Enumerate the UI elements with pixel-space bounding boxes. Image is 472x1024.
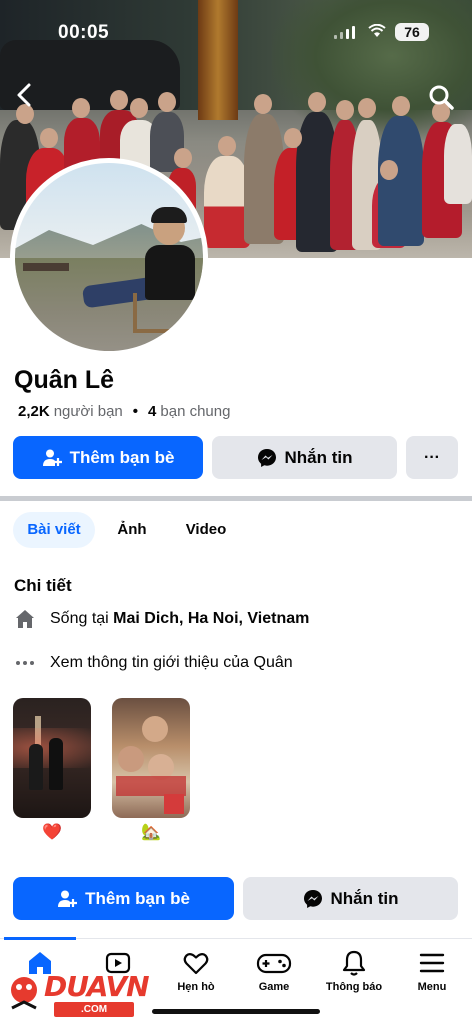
avatar-cap bbox=[151, 207, 187, 223]
nav-gaming-label: Game bbox=[258, 981, 290, 993]
profile-avatar[interactable] bbox=[10, 158, 208, 356]
lives-in-row: Sống tại Mai Dich, Ha Noi, Vietnam bbox=[14, 608, 309, 630]
add-friend-label: Thêm bạn bè bbox=[85, 888, 190, 908]
wifi-icon bbox=[368, 24, 386, 37]
story-person bbox=[29, 744, 43, 790]
see-about-label: Xem thông tin giới thiệu của Quân bbox=[50, 654, 293, 671]
story-reaction: 🏡 bbox=[141, 824, 161, 841]
watermark-text: DUAVN bbox=[44, 970, 150, 1003]
signal-icon bbox=[334, 26, 355, 39]
nav-menu[interactable]: Menu bbox=[392, 949, 472, 993]
home-indicator bbox=[152, 1009, 320, 1014]
cover-person bbox=[378, 116, 424, 246]
watermark-sub: .COM bbox=[54, 1002, 134, 1017]
add-friend-button[interactable]: Thêm bạn bè bbox=[13, 436, 203, 479]
add-friend-label: Thêm bạn bè bbox=[69, 447, 175, 467]
cover-head bbox=[392, 96, 410, 116]
cover-head bbox=[380, 160, 398, 180]
nav-dating[interactable]: Hẹn hò bbox=[156, 949, 236, 993]
cover-head bbox=[254, 94, 272, 114]
mutual-label[interactable]: bạn chung bbox=[160, 403, 230, 420]
messenger-icon bbox=[303, 889, 322, 908]
tab-posts[interactable]: Bài viết bbox=[13, 512, 95, 548]
story-face bbox=[142, 716, 168, 742]
cover-gate bbox=[198, 0, 238, 120]
add-friend-button-bottom[interactable]: Thêm bạn bè bbox=[13, 877, 234, 920]
profile-stats: 2,2K người bạn • 4 bạn chung bbox=[18, 403, 230, 420]
cover-head bbox=[218, 136, 236, 156]
battery-indicator: 76 bbox=[395, 23, 429, 41]
story-clothes bbox=[116, 776, 186, 796]
gamepad-icon bbox=[256, 953, 292, 974]
mutual-count[interactable]: 4 bbox=[148, 403, 156, 420]
lives-in-prefix: Sống tại bbox=[50, 610, 109, 627]
featured-story[interactable] bbox=[13, 698, 91, 818]
menu-icon bbox=[419, 953, 445, 973]
messenger-icon bbox=[257, 448, 276, 467]
more-icon: ··· bbox=[424, 448, 440, 466]
cover-head bbox=[336, 100, 354, 120]
featured-story[interactable] bbox=[112, 698, 190, 818]
nav-menu-label: Menu bbox=[417, 981, 447, 993]
add-friend-icon bbox=[42, 449, 62, 466]
details-title: Chi tiết bbox=[14, 576, 72, 595]
more-options-button[interactable]: ··· bbox=[406, 436, 458, 479]
story-reaction: ❤️ bbox=[42, 824, 62, 841]
cover-head bbox=[308, 92, 326, 112]
ellipsis-icon bbox=[14, 652, 36, 674]
cover-head bbox=[40, 128, 58, 148]
story-face bbox=[118, 746, 144, 772]
message-label: Nhắn tin bbox=[284, 447, 353, 467]
story-sticker bbox=[164, 794, 184, 814]
cover-head bbox=[158, 92, 176, 112]
avatar-table bbox=[23, 263, 69, 271]
nav-notifications[interactable]: Thông báo bbox=[314, 949, 394, 993]
lives-in-place[interactable]: Mai Dich, Ha Noi, Vietnam bbox=[113, 610, 309, 627]
cover-head bbox=[110, 90, 128, 110]
separator-dot: • bbox=[132, 403, 139, 420]
nav-active-indicator bbox=[4, 937, 76, 940]
message-button-bottom[interactable]: Nhắn tin bbox=[243, 877, 458, 920]
story-person bbox=[49, 738, 63, 790]
see-about-row[interactable]: Xem thông tin giới thiệu của Quân bbox=[14, 652, 293, 674]
section-divider bbox=[0, 496, 472, 501]
avatar-shirt bbox=[145, 245, 195, 300]
nav-dating-label: Hẹn hò bbox=[177, 981, 215, 993]
message-button[interactable]: Nhắn tin bbox=[212, 436, 397, 479]
cover-head bbox=[130, 98, 148, 118]
cover-head bbox=[358, 98, 376, 118]
status-time: 00:05 bbox=[58, 22, 110, 43]
heart-icon bbox=[183, 953, 209, 975]
cover-head bbox=[72, 98, 90, 118]
tab-photos[interactable]: Ảnh bbox=[104, 512, 160, 548]
profile-name: Quân Lê bbox=[14, 366, 115, 394]
friends-label[interactable]: người bạn bbox=[54, 403, 123, 420]
message-label: Nhắn tin bbox=[330, 888, 399, 908]
friends-count[interactable]: 2,2K bbox=[18, 403, 50, 420]
back-icon[interactable] bbox=[10, 80, 40, 110]
nav-notifications-label: Thông báo bbox=[325, 981, 383, 993]
home-icon bbox=[14, 608, 36, 630]
nav-gaming[interactable]: Game bbox=[234, 949, 314, 993]
bell-icon bbox=[342, 950, 366, 976]
cover-head bbox=[284, 128, 302, 148]
add-friend-icon bbox=[58, 890, 78, 907]
tab-video[interactable]: Video bbox=[170, 512, 242, 548]
search-icon[interactable] bbox=[424, 80, 458, 114]
cover-person bbox=[444, 124, 472, 204]
